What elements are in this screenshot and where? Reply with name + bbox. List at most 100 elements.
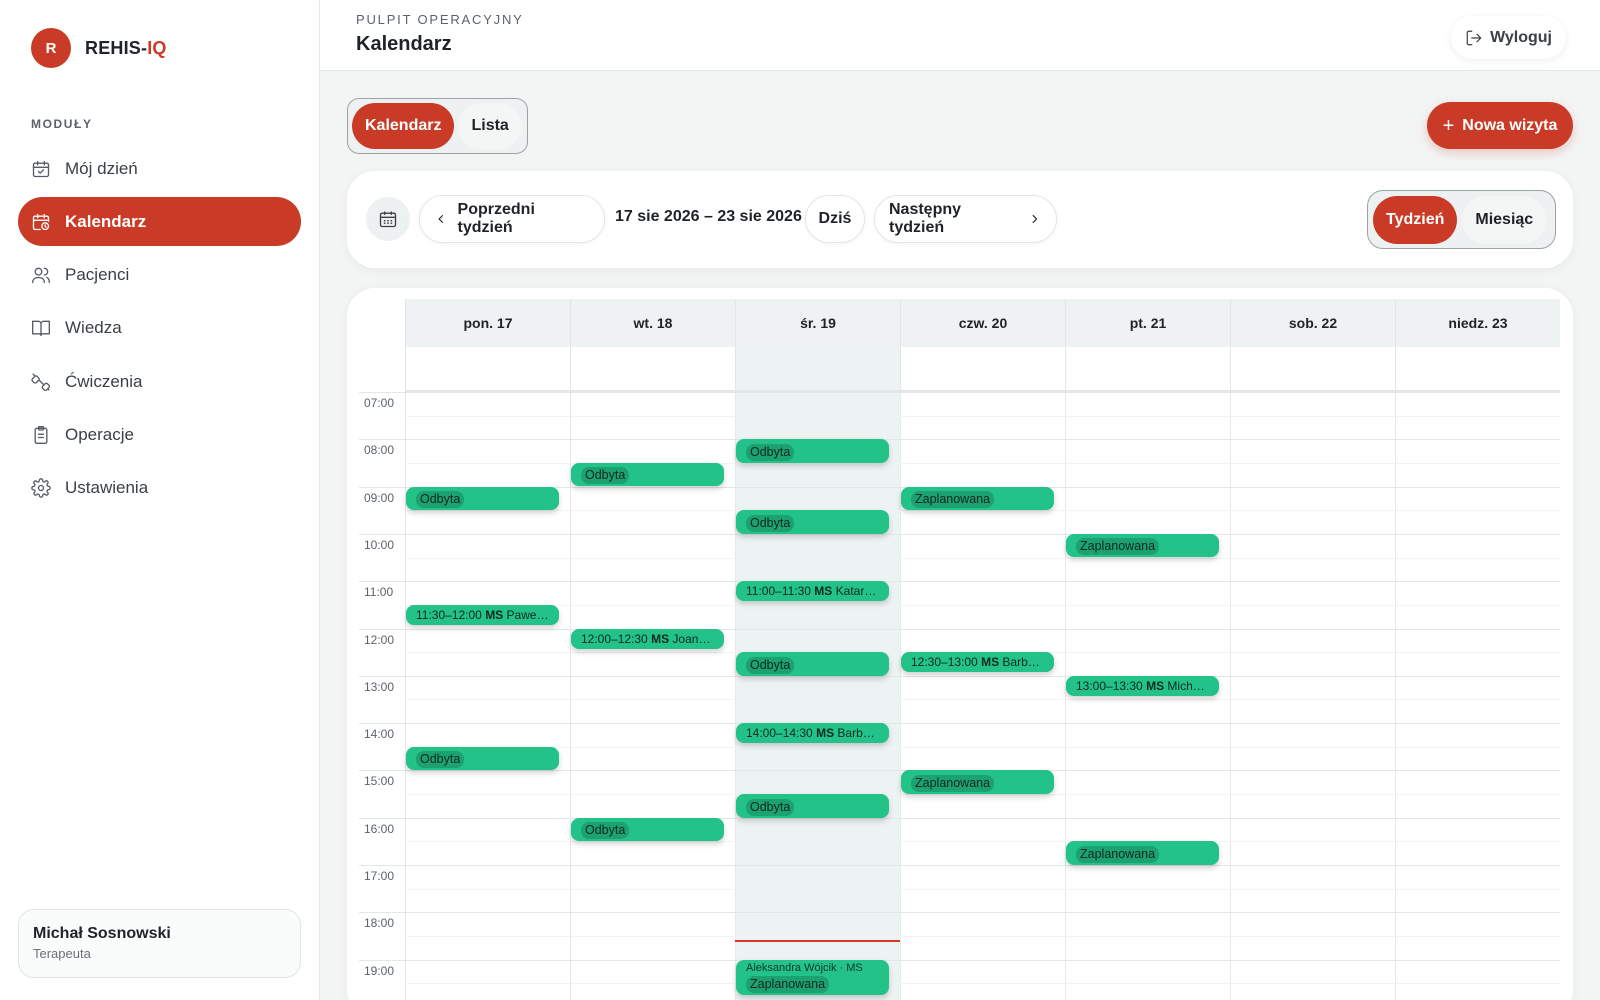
event-summary: 11:00–11:30 MS Katarz… (746, 584, 881, 598)
event-summary: 12:00–12:30 MS Joan… (581, 632, 716, 646)
day-column-header[interactable]: sob. 22 (1230, 299, 1395, 347)
hour-label: 14:00 (364, 727, 395, 742)
appointment-event[interactable]: Zaplanowana (1066, 841, 1219, 865)
event-status-badge: Zaplanowana (1076, 845, 1160, 863)
view-list-button[interactable]: Lista (458, 103, 522, 149)
event-summary: 13:00–13:30 MS Mich… (1076, 679, 1211, 693)
sidebar-item-label: Kalendarz (65, 211, 147, 231)
event-status-badge: Odbyta (746, 443, 795, 461)
event-patient-name: Barba… (1002, 655, 1046, 670)
period-switch: Tydzień Miesiąc (1367, 190, 1556, 249)
calendar-check-icon (32, 160, 50, 177)
next-week-label: Następny tydzień (889, 201, 962, 236)
appointment-event[interactable]: Odbyta (736, 510, 889, 534)
view-calendar-button[interactable]: Kalendarz (352, 103, 455, 149)
day-column-divider (570, 392, 571, 1000)
appointment-event[interactable]: 12:30–13:00 MS Barba… (901, 652, 1054, 673)
all-day-cell[interactable] (570, 347, 735, 392)
hour-label: 12:00 (364, 632, 395, 647)
appointment-event[interactable]: Odbyta (406, 486, 559, 511)
all-day-cell[interactable] (405, 347, 570, 392)
appointment-event[interactable]: Odbyta (571, 462, 724, 487)
half-hour-gridline (405, 794, 1560, 796)
sidebar-item-settings[interactable]: Ustawienia (18, 464, 301, 513)
appointment-event[interactable]: Odbyta (571, 817, 724, 842)
event-time: 12:30–13:00 (911, 655, 978, 670)
sidebar-item-label: Ustawienia (65, 478, 149, 498)
event-therapist-initials: MS (651, 631, 670, 646)
appointment-event[interactable]: Odbyta (736, 794, 889, 818)
all-day-cell[interactable] (1395, 347, 1560, 392)
day-column-divider (1230, 392, 1231, 1000)
logout-button[interactable]: Wyloguj (1451, 16, 1566, 59)
half-hour-gridline (405, 699, 1560, 701)
hour-label: 15:00 (364, 774, 395, 789)
all-day-cell[interactable] (900, 347, 1065, 392)
half-hour-gridline (405, 841, 1560, 843)
day-column-header[interactable]: pt. 21 (1065, 299, 1230, 347)
appointment-event[interactable]: Odbyta (406, 746, 559, 771)
previous-week-button[interactable]: Poprzedni tydzień (419, 195, 605, 243)
sidebar-item-calendar[interactable]: Kalendarz (18, 197, 301, 247)
day-column-header[interactable]: śr. 19 (735, 299, 900, 347)
event-status-badge: Odbyta (746, 656, 795, 674)
sidebar-item-exercises[interactable]: Ćwiczenia (18, 357, 301, 406)
appointment-event[interactable]: Aleksandra Wójcik · MS Zaplanowana (736, 959, 889, 995)
event-therapist-initials: MS (485, 607, 504, 622)
appointment-event[interactable]: 12:00–12:30 MS Joan… (571, 628, 724, 649)
appointment-event[interactable]: 11:00–11:30 MS Katarz… (736, 581, 889, 602)
event-status-badge: Odbyta (581, 467, 630, 485)
half-hour-gridline (405, 415, 1560, 417)
appointment-event[interactable]: 11:30–12:00 MS Paweł… (406, 604, 559, 625)
sidebar-item-label: Wiedza (65, 318, 122, 338)
sidebar-item-patients[interactable]: Pacjenci (18, 251, 301, 300)
hour-label: 17:00 (364, 869, 395, 883)
all-day-cell[interactable] (1230, 347, 1395, 392)
new-visit-button[interactable]: + Nowa wizyta (1427, 102, 1573, 149)
half-hour-gridline (405, 888, 1560, 890)
event-therapist-initials: MS (814, 584, 833, 599)
appointment-event[interactable]: Odbyta (736, 652, 889, 676)
event-summary: 11:30–12:00 MS Paweł… (416, 608, 551, 622)
brand-logo-badge: R (31, 28, 71, 68)
month-view-button[interactable]: Miesiąc (1462, 195, 1547, 244)
sidebar: R REHIS-IQ MODUŁY Mój dzień Kalendarz Pa… (0, 0, 320, 1000)
today-button[interactable]: Dziś (805, 195, 865, 243)
sidebar-item-my-day[interactable]: Mój dzień (18, 144, 301, 193)
sidebar-item-operations[interactable]: Operacje (18, 410, 301, 459)
event-status-badge: Zaplanowana (1076, 538, 1160, 556)
week-view-button[interactable]: Tydzień (1373, 195, 1458, 244)
day-column-divider (1395, 392, 1396, 1000)
hour-gridline (359, 533, 1560, 535)
appointment-event[interactable]: Odbyta (736, 439, 889, 463)
date-picker-button[interactable] (366, 197, 410, 241)
event-time: 11:30–12:00 (416, 607, 482, 622)
user-card[interactable]: Michał Sosnowski Terapeuta (18, 909, 301, 978)
sidebar-item-knowledge[interactable]: Wiedza (18, 304, 301, 353)
half-hour-gridline (405, 510, 1560, 512)
appointment-event[interactable]: Zaplanowana (1066, 533, 1219, 558)
hour-label: 09:00 (364, 490, 395, 505)
day-column-header[interactable]: niedz. 23 (1395, 299, 1560, 347)
day-column-header[interactable]: wt. 18 (570, 299, 735, 347)
today-column-highlight (735, 299, 900, 1000)
all-day-cell[interactable] (735, 347, 900, 392)
brand-name-accent: IQ (147, 37, 167, 58)
event-time: 14:00–14:30 (746, 726, 813, 741)
page-title: Kalendarz (356, 33, 452, 55)
plus-icon: + (1442, 114, 1455, 137)
all-day-cell[interactable] (1065, 347, 1230, 392)
calendar-toolbar: Poprzedni tydzień 17 sie 2026 – 23 sie 2… (347, 171, 1573, 268)
half-hour-gridline (405, 557, 1560, 559)
appointment-event[interactable]: Zaplanowana (901, 770, 1054, 794)
hour-label: 16:00 (364, 821, 395, 836)
brand[interactable]: R REHIS-IQ (31, 28, 167, 68)
sidebar-item-label: Operacje (65, 424, 134, 444)
appointment-event[interactable]: 14:00–14:30 MS Barb… (736, 723, 889, 744)
appointment-event[interactable]: 13:00–13:30 MS Mich… (1066, 675, 1219, 696)
day-column-header[interactable]: pon. 17 (405, 299, 570, 347)
next-week-button[interactable]: Następny tydzień (874, 195, 1057, 243)
appointment-event[interactable]: Zaplanowana (901, 486, 1054, 511)
day-column-header[interactable]: czw. 20 (900, 299, 1065, 347)
brand-name-prefix: REHIS- (85, 37, 148, 58)
